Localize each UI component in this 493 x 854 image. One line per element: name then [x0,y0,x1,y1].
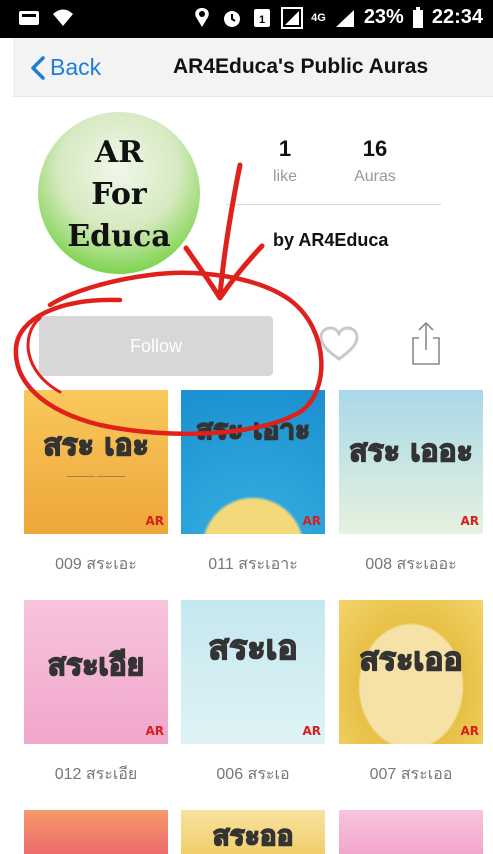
status-bar: 1 4G 23% 22:34 [0,0,493,38]
back-label: Back [50,54,102,80]
aura-tile-5[interactable]: สระเอ AR [181,600,325,744]
aura-label-4: 012 สระเอีย [54,766,138,783]
page-title: AR4Educa's Public Auras [173,55,429,78]
follow-button[interactable]: Follow [39,316,273,376]
aura-art-6: สระเออ [359,639,464,679]
alarm-icon [224,10,241,27]
aura-label-1: 009 สระเอะ [55,556,137,573]
aura-tile-9[interactable] [339,810,483,854]
aura-label-2: 011 สระเอาะ [208,556,298,573]
ar-logo: AR [302,724,321,738]
auras-label: Auras [354,168,396,185]
aura-art-4: สระเอีย [47,647,145,684]
signal-icon [281,6,304,29]
likes-count: 1 [278,136,292,161]
heart-icon[interactable] [318,325,360,363]
location-icon [195,7,209,27]
aura-tile-4[interactable]: สระเอีย AR [24,600,168,744]
ar-logo: AR [460,724,479,738]
ar-logo: AR [460,514,479,528]
aura-label-6: 007 สระเออ [369,766,453,783]
owner-name: by AR4Educa [273,230,389,250]
notification-icon [19,11,39,25]
avatar: AR For Educa [38,112,200,274]
signal-bars-icon [335,9,354,27]
svg-text:1: 1 [259,14,265,26]
aura-tile-8[interactable]: สระออ [181,810,325,854]
likes-label: like [272,168,297,185]
wifi-icon [53,9,73,26]
aura-tile-3[interactable]: สระ เออะ AR [339,390,483,534]
aura-tile-7[interactable] [24,810,168,854]
sim-icon: 1 [254,8,271,27]
avatar-line-1: AR [94,135,144,170]
avatar-line-3: Educa [67,219,171,254]
aura-art-1: สระ เอะ [43,427,150,464]
clock: 22:34 [431,6,483,28]
avatar-line-2: For [91,177,147,212]
aura-subtext-1: ———— ———— [67,473,125,480]
battery-percent: 23% [363,6,404,28]
nav-bar: Back AR4Educa's Public Auras [13,38,493,97]
aura-art-2: สระ เอาะ [195,412,311,447]
battery-icon [412,6,423,28]
aura-label-3: 008 สระเออะ [365,556,457,573]
aura-label-5: 006 สระเอ [216,766,290,783]
stats-divider [226,204,441,205]
aura-tile-2[interactable]: สระ เอาะ AR [181,390,325,534]
aura-tile-1[interactable]: สระ เอะ ———— ———— AR [24,390,168,534]
auras-count: 16 [362,136,388,161]
share-icon[interactable] [410,320,442,366]
aura-art-5: สระเอ [208,627,299,669]
aura-art-8: สระออ [212,818,294,853]
chevron-left-icon [31,55,45,80]
back-button[interactable]: Back [30,54,101,81]
ar-logo: AR [145,514,164,528]
auras-stat: 16 Auras [345,136,405,186]
network-type: 4G [311,11,326,24]
ar-logo: AR [145,724,164,738]
ar-logo: AR [302,514,321,528]
aura-art-3: สระ เออะ [349,433,474,470]
aura-tile-6[interactable]: สระเออ AR [339,600,483,744]
likes-stat: 1 like [260,136,310,186]
